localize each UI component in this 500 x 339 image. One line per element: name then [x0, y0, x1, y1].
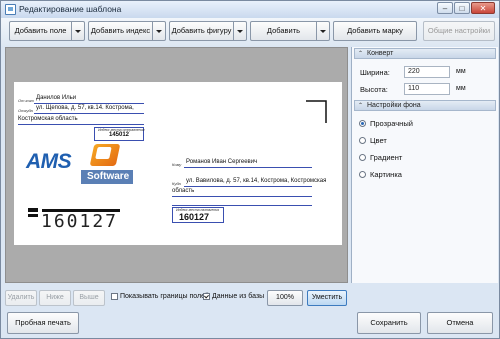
save-button[interactable]: Сохранить — [357, 312, 421, 334]
postal-index-barcode[interactable]: 160127 — [28, 208, 128, 238]
sender-index-box[interactable]: Индекс места отправления 145012 — [94, 127, 145, 141]
sender-name-line — [34, 103, 144, 104]
general-settings-label: Общие настройки — [427, 26, 491, 35]
canvas-controls: Удалить Ниже Выше Показывать границы пол… — [1, 285, 351, 309]
recipient-address-line2[interactable]: область — [172, 188, 194, 194]
bg-color-radio[interactable] — [359, 137, 366, 144]
sender-address-line1[interactable]: ул. Щепова, д. 57, кв.14. Кострома, — [36, 105, 134, 111]
cancel-button[interactable]: Отмена — [427, 312, 493, 334]
add-field-button[interactable]: Добавить поле — [9, 21, 85, 41]
barcode-digits: 160127 — [41, 211, 119, 232]
data-from-db-checkbox[interactable] — [203, 293, 210, 300]
chevron-down-icon[interactable] — [233, 22, 246, 40]
chevron-down-icon[interactable] — [152, 22, 165, 40]
window-title: Редактирование шаблона — [19, 4, 122, 14]
template-editor-window: Редактирование шаблона – □ ✕ Добавить по… — [0, 0, 500, 339]
sender-address-line2-underline — [18, 124, 144, 125]
collapse-chevron-icon: ⌃ — [358, 51, 364, 57]
recipient-index-box[interactable]: Индекс места назначения 160127 — [172, 207, 224, 223]
recipient-address-line1-underline — [184, 186, 312, 187]
recipient-name[interactable]: Романов Иван Сергеевич — [186, 159, 257, 165]
title-bar[interactable]: Редактирование шаблона – □ ✕ — [1, 1, 499, 18]
sender-index: 145012 — [109, 132, 130, 138]
collapse-chevron-icon: ⌃ — [358, 103, 364, 109]
logo-text-ams: AMS — [26, 150, 72, 173]
bg-image-label: Картинка — [370, 170, 402, 179]
chevron-down-icon[interactable] — [316, 22, 329, 40]
toolbar: Добавить поле Добавить индекс Добавить ф… — [1, 18, 499, 53]
bg-color-label: Цвет — [370, 136, 387, 145]
chevron-down-icon[interactable] — [71, 22, 84, 40]
background-section-header[interactable]: ⌃ Настройки фона — [354, 100, 496, 111]
logo-emblem-icon — [89, 144, 121, 166]
close-icon[interactable]: ✕ — [471, 2, 495, 14]
bg-transparent-label: Прозрачный — [370, 119, 413, 128]
logo-text-software: Software — [81, 170, 133, 184]
minimize-icon[interactable]: – — [437, 2, 453, 14]
sender-address-line2[interactable]: Костромская область — [18, 116, 78, 122]
bg-gradient-label: Градиент — [370, 153, 403, 162]
bg-transparent-radio[interactable] — [359, 120, 366, 127]
add-shape-button[interactable]: Добавить фигуру — [169, 21, 247, 41]
move-lower-button[interactable]: Ниже — [39, 290, 71, 306]
add-shape-label: Добавить фигуру — [171, 26, 232, 35]
show-borders-checkbox[interactable] — [111, 293, 118, 300]
height-label: Высота: — [360, 85, 388, 94]
add-stamp-label: Добавить марку — [347, 26, 403, 35]
delete-button[interactable]: Удалить — [5, 290, 37, 306]
bg-gradient-radio[interactable] — [359, 154, 366, 161]
width-label: Ширина: — [360, 68, 390, 77]
bg-image-radio[interactable] — [359, 171, 366, 178]
move-higher-button[interactable]: Выше — [73, 290, 105, 306]
fit-button[interactable]: Уместить — [307, 290, 347, 306]
background-section-title: Настройки фона — [367, 102, 421, 109]
envelope-section-title: Конверт — [367, 50, 394, 57]
sender-name[interactable]: Данилов Ильи — [36, 95, 76, 101]
sender-where-label: Откуда — [18, 108, 33, 113]
add-index-label: Добавить индекс — [90, 26, 151, 35]
envelope-preview[interactable]: От кого Данилов Ильи Откуда ул. Щепова, … — [14, 82, 342, 245]
recipient-index: 160127 — [179, 212, 210, 222]
stamp-corner-mark — [306, 100, 327, 123]
add-stamp-button[interactable]: Добавить марку — [333, 21, 417, 41]
sender-address-line1-underline — [34, 113, 144, 114]
add-field-label: Добавить поле — [14, 26, 67, 35]
data-from-db-label: Данные из базы — [212, 293, 265, 300]
height-unit: мм — [456, 85, 466, 92]
test-print-button[interactable]: Пробная печать — [7, 312, 79, 334]
zoom-100-button[interactable]: 100% — [267, 290, 303, 306]
design-canvas[interactable]: От кого Данилов Ильи Откуда ул. Щепова, … — [5, 47, 348, 283]
width-unit: мм — [456, 68, 466, 75]
properties-panel: ⌃ Конверт Ширина: 220 мм Высота: 110 мм … — [351, 47, 498, 283]
height-input[interactable]: 110 — [404, 83, 450, 95]
sender-from-label: От кого — [18, 98, 34, 103]
width-input[interactable]: 220 — [404, 66, 450, 78]
recipient-name-underline — [184, 167, 312, 168]
recipient-address-line2-underline — [172, 196, 312, 197]
envelope-section-header[interactable]: ⌃ Конверт — [354, 48, 496, 59]
maximize-icon[interactable]: □ — [454, 2, 470, 14]
general-settings-button[interactable]: Общие настройки — [423, 21, 495, 41]
add-index-button[interactable]: Добавить индекс — [88, 21, 166, 41]
ams-logo[interactable]: AMS Software — [26, 142, 134, 187]
add-image-button[interactable]: Добавить картинку — [250, 21, 330, 53]
recipient-address-line1[interactable]: ул. Вавилова, д. 57, кв.14, Кострома, Ко… — [186, 178, 326, 184]
recipient-to-label: Кому — [172, 162, 182, 167]
dialog-footer: Пробная печать Сохранить Отмена — [1, 309, 499, 338]
recipient-where-label: Куда — [172, 181, 181, 186]
show-borders-label: Показывать границы полей — [120, 293, 209, 300]
recipient-extra-underline — [172, 205, 312, 206]
app-icon — [5, 4, 16, 15]
